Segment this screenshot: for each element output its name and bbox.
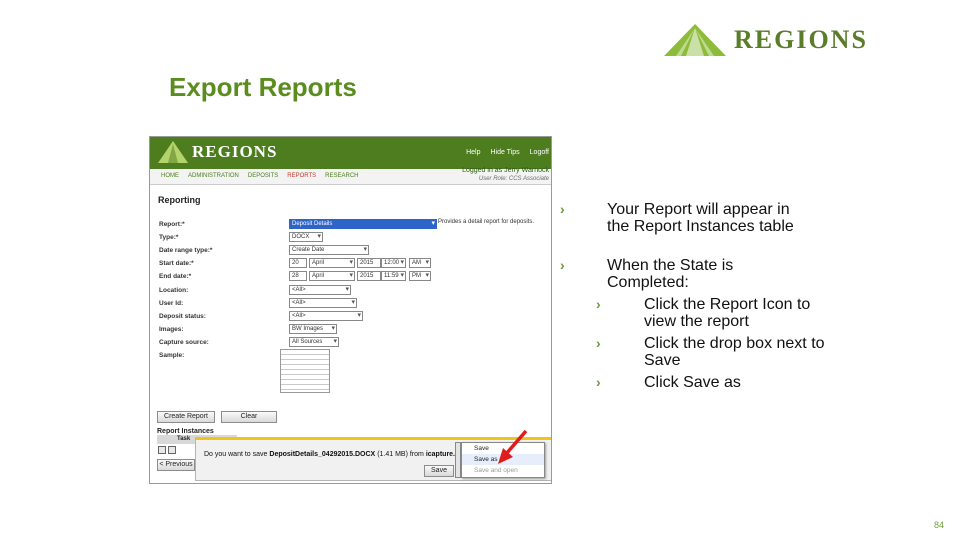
location-row: Location: <All>	[159, 285, 549, 297]
bullet-item: › When the State is Completed:	[560, 257, 807, 291]
download-message: Do you want to save DepositDetails_04292…	[204, 451, 468, 458]
images-select[interactable]: BW Images	[289, 324, 337, 334]
report-label: Report:*	[159, 221, 185, 228]
sample-thumbnail	[280, 349, 330, 393]
logged-in-text: Logged in as Jerry Warnock	[462, 167, 549, 174]
user-info: Logged in as Jerry Warnock User Role: CC…	[462, 167, 549, 183]
images-row: Images: BW Images	[159, 324, 549, 336]
report-file-icon[interactable]	[168, 446, 176, 454]
type-select[interactable]: DOCX	[289, 232, 323, 242]
tab-research[interactable]: RESEARCH	[325, 173, 358, 179]
app-leaf-icon	[158, 141, 188, 163]
tab-home[interactable]: HOME	[161, 173, 179, 179]
tab-deposits[interactable]: DEPOSITS	[248, 173, 278, 179]
user-id-row: User Id: <All>	[159, 298, 549, 310]
sub-bullet-item: › Click the Report Icon to view the repo…	[596, 296, 834, 330]
location-select[interactable]: <All>	[289, 285, 351, 295]
app-screenshot: REGIONS Help Hide Tips Logoff HOME ADMIN…	[149, 136, 552, 484]
sub-bullet-item: › Click the drop box next to Save	[596, 335, 834, 369]
bullet-text: Click Save as	[644, 374, 741, 391]
previous-button[interactable]: < Previous	[157, 459, 195, 471]
bullet-text: Click the Report Icon to view the report	[644, 296, 811, 330]
app-logo-word: REGIONS	[192, 142, 278, 161]
chevron-right-icon: ›	[596, 296, 601, 312]
chevron-right-icon: ›	[560, 201, 565, 217]
red-arrow-icon	[498, 429, 528, 464]
logo-wordmark: REGIONS	[734, 25, 868, 54]
regions-leaf-icon	[664, 24, 726, 56]
type-label: Type:*	[159, 234, 179, 241]
page-number: 84	[933, 520, 944, 530]
user-role: User Role: CCS Associate	[478, 176, 549, 182]
bullet-item: › Your Report will appear in the Report …	[560, 201, 807, 235]
report-description: Provides a detail report for deposits.	[438, 219, 535, 225]
bullet-text: Click the drop box next to Save	[644, 335, 825, 369]
chevron-right-icon: ›	[596, 335, 601, 351]
deposit-status-row: Deposit status: <All>	[159, 311, 549, 323]
sample-row: Sample:	[159, 350, 549, 362]
help-link[interactable]: Help	[466, 149, 480, 156]
report-view-icon[interactable]	[158, 446, 166, 454]
download-prompt: Do you want to save	[204, 451, 268, 458]
end-day-input[interactable]: 28	[289, 271, 307, 281]
instance-row-icons	[158, 446, 176, 454]
type-row: Type:* DOCX	[159, 232, 549, 244]
report-instances-title: Report Instances	[157, 428, 214, 435]
start-time-select[interactable]: 12:00	[381, 258, 406, 268]
start-year-input[interactable]: 2015	[357, 258, 381, 268]
user-id-label: User Id:	[159, 300, 184, 307]
download-save-button[interactable]: Save	[424, 465, 454, 477]
regions-logo: REGIONS	[664, 20, 920, 60]
hide-tips-link[interactable]: Hide Tips	[490, 149, 519, 156]
deposit-status-label: Deposit status:	[159, 313, 206, 320]
end-year-input[interactable]: 2015	[357, 271, 381, 281]
start-day-input[interactable]: 20	[289, 258, 307, 268]
create-report-button[interactable]: Create Report	[157, 411, 215, 423]
capture-source-label: Capture source:	[159, 339, 209, 346]
end-ampm-select[interactable]: PM	[409, 271, 431, 281]
tab-reports[interactable]: REPORTS	[287, 173, 316, 179]
date-range-select[interactable]: Create Date	[289, 245, 369, 255]
end-time-select[interactable]: 11:59	[381, 271, 406, 281]
end-date-label: End date:*	[159, 273, 192, 280]
clear-button[interactable]: Clear	[221, 411, 277, 423]
start-date-label: Start date:*	[159, 260, 194, 267]
chevron-right-icon: ›	[560, 257, 565, 273]
bullet-text: When the State is Completed:	[607, 257, 734, 291]
end-date-row: End date:* 28 April 2015 11:59 PM	[159, 271, 549, 283]
download-size: (1.41 MB) from	[377, 451, 424, 458]
slide-title: Export Reports	[169, 72, 357, 102]
tab-administration[interactable]: ADMINISTRATION	[188, 173, 239, 179]
capture-source-select[interactable]: All Sources	[289, 337, 339, 347]
date-range-label: Date range type:*	[159, 247, 213, 254]
start-month-select[interactable]: April	[309, 258, 355, 268]
report-row: Report:* Deposit Details Provides a deta…	[159, 219, 549, 231]
location-label: Location:	[159, 287, 189, 294]
start-date-row: Start date:* 20 April 2015 12:00 AM	[159, 258, 549, 270]
end-month-select[interactable]: April	[309, 271, 355, 281]
date-range-row: Date range type:* Create Date	[159, 245, 549, 257]
download-filename: DepositDetails_04292015.DOCX	[269, 451, 376, 458]
user-id-select[interactable]: <All>	[289, 298, 357, 308]
chevron-right-icon: ›	[596, 374, 601, 390]
deposit-status-select[interactable]: <All>	[289, 311, 363, 321]
images-label: Images:	[159, 326, 184, 333]
bullet-text: Your Report will appear in the Report In…	[607, 201, 794, 235]
app-header: REGIONS Help Hide Tips Logoff	[150, 137, 551, 169]
report-select[interactable]: Deposit Details	[289, 219, 437, 229]
page-title: Reporting	[158, 195, 201, 205]
logoff-link[interactable]: Logoff	[530, 149, 549, 156]
capture-source-row: Capture source: All Sources	[159, 337, 549, 349]
app-logo: REGIONS	[158, 141, 277, 163]
start-ampm-select[interactable]: AM	[409, 258, 431, 268]
sub-bullet-item: › Click Save as	[596, 374, 834, 391]
header-links: Help Hide Tips Logoff	[466, 149, 549, 156]
sample-label: Sample:	[159, 352, 185, 359]
